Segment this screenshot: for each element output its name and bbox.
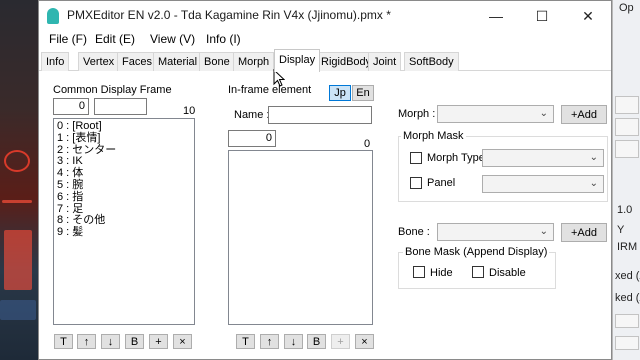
bg-window-button <box>615 118 639 136</box>
bone-label: Bone : <box>398 226 430 238</box>
bg-window-label: Y <box>617 224 625 236</box>
morph-type-select[interactable]: ⌄ <box>482 149 604 167</box>
list-item[interactable]: 6 : 指 <box>54 191 194 204</box>
window-title: PMXEditor EN v2.0 - Tda Kagamine Rin V4x… <box>67 8 391 22</box>
bone-select[interactable]: ⌄ <box>437 223 554 241</box>
title-bar[interactable]: PMXEditor EN v2.0 - Tda Kagamine Rin V4x… <box>39 1 611 31</box>
lang-en-toggle[interactable]: En <box>352 85 374 101</box>
bg-window-label: xed (A <box>615 270 640 282</box>
neon-line-decoration <box>2 200 32 203</box>
lang-jp-toggle[interactable]: Jp <box>329 85 351 101</box>
list-item[interactable]: 1 : [表情] <box>54 132 194 145</box>
bg-window-label: IRM <box>617 241 638 253</box>
menu-edit[interactable]: Edit (E) <box>95 32 135 46</box>
desktop-background <box>0 0 38 360</box>
inframe-heading: In-frame element <box>228 84 312 96</box>
frame-move-bottom-button[interactable]: B <box>125 334 144 349</box>
tab-info[interactable]: Info <box>41 52 70 71</box>
inframe-count: 0 <box>364 138 371 150</box>
inframe-index-field[interactable]: 0 <box>228 130 276 147</box>
panel-label: Panel <box>427 177 456 189</box>
list-item[interactable]: 9 : 髪 <box>54 226 194 239</box>
menu-view[interactable]: View (V) <box>150 32 195 46</box>
inframe-move-top-button[interactable]: T <box>236 334 255 349</box>
list-item[interactable]: 5 : 腕 <box>54 179 194 192</box>
morph-add-button[interactable]: +Add <box>561 105 607 124</box>
tab-morph[interactable]: Morph <box>233 52 275 71</box>
background-window: Op 1.0 Y IRM xed (A ked (A <box>612 0 640 360</box>
bg-window-button <box>615 314 639 328</box>
hide-checkbox[interactable] <box>413 266 425 278</box>
display-frame-heading: Common Display Frame <box>53 84 172 96</box>
chevron-down-icon: ⌄ <box>539 226 548 237</box>
morph-type-checkbox[interactable] <box>410 152 422 164</box>
pmx-editor-window: PMXEditor EN v2.0 - Tda Kagamine Rin V4x… <box>38 0 612 360</box>
morph-mask-title: Morph Mask <box>401 130 466 142</box>
close-button[interactable]: ✕ <box>565 1 611 31</box>
tab-faces[interactable]: Faces <box>117 52 157 71</box>
frame-count: 10 <box>183 105 196 117</box>
bg-window-button <box>615 140 639 158</box>
frame-name-field[interactable] <box>94 98 147 115</box>
bone-mask-title: Bone Mask (Append Display) <box>403 246 550 258</box>
bg-window-value: 1.0 <box>617 204 633 216</box>
bg-window-label: Op <box>619 2 634 14</box>
menu-file[interactable]: File (F) <box>49 32 87 46</box>
frame-add-button[interactable]: + <box>149 334 168 349</box>
frame-move-down-button[interactable]: ↓ <box>101 334 120 349</box>
bg-window-label: ked (A <box>615 292 640 304</box>
inframe-move-down-button[interactable]: ↓ <box>284 334 303 349</box>
tab-bone[interactable]: Bone <box>199 52 235 71</box>
bg-window-button <box>615 96 639 114</box>
panel-select[interactable]: ⌄ <box>482 175 604 193</box>
inframe-delete-button[interactable]: × <box>355 334 374 349</box>
inframe-add-button[interactable]: + <box>331 334 350 349</box>
tab-vertex[interactable]: Vertex <box>78 52 120 71</box>
neon-sign-decoration <box>4 150 30 172</box>
tab-material[interactable]: Material <box>153 52 203 71</box>
tab-strip: Info Vertex Faces Material Bone Morph Di… <box>39 49 611 72</box>
panel-checkbox[interactable] <box>410 177 422 189</box>
morph-type-label: Morph Type <box>427 152 485 164</box>
inframe-name-label: Name : <box>234 109 270 121</box>
neon-blue-decoration <box>0 300 36 320</box>
display-frame-list[interactable]: 0 : [Root] 1 : [表情] 2 : センター 3 : IK 4 : … <box>53 118 195 325</box>
frame-move-top-button[interactable]: T <box>54 334 73 349</box>
disable-label: Disable <box>489 267 526 279</box>
minimize-button[interactable]: — <box>473 1 519 31</box>
inframe-move-bottom-button[interactable]: B <box>307 334 326 349</box>
menu-bar: File (F) Edit (E) View (V) Info (I) <box>39 31 611 49</box>
neon-glow-decoration <box>4 230 32 290</box>
chevron-down-icon: ⌄ <box>539 108 548 119</box>
inframe-move-up-button[interactable]: ↑ <box>260 334 279 349</box>
frame-index-field[interactable]: 0 <box>53 98 89 115</box>
morph-label: Morph : <box>398 108 436 120</box>
frame-delete-button[interactable]: × <box>173 334 192 349</box>
bg-window-button <box>615 336 639 350</box>
menu-info[interactable]: Info (I) <box>206 32 241 46</box>
bone-add-button[interactable]: +Add <box>561 223 607 242</box>
hide-label: Hide <box>430 267 453 279</box>
tab-joint[interactable]: Joint <box>368 52 402 71</box>
maximize-button[interactable]: ☐ <box>519 1 565 31</box>
disable-checkbox[interactable] <box>472 266 484 278</box>
tab-display[interactable]: Display <box>274 49 321 72</box>
app-icon <box>47 8 59 24</box>
frame-move-up-button[interactable]: ↑ <box>77 334 96 349</box>
tab-softbody[interactable]: SoftBody <box>404 52 459 71</box>
chevron-down-icon: ⌄ <box>589 152 598 163</box>
chevron-down-icon: ⌄ <box>589 178 598 189</box>
inframe-name-field[interactable] <box>268 106 372 124</box>
morph-select[interactable]: ⌄ <box>437 105 554 123</box>
inframe-element-list[interactable] <box>228 150 373 325</box>
